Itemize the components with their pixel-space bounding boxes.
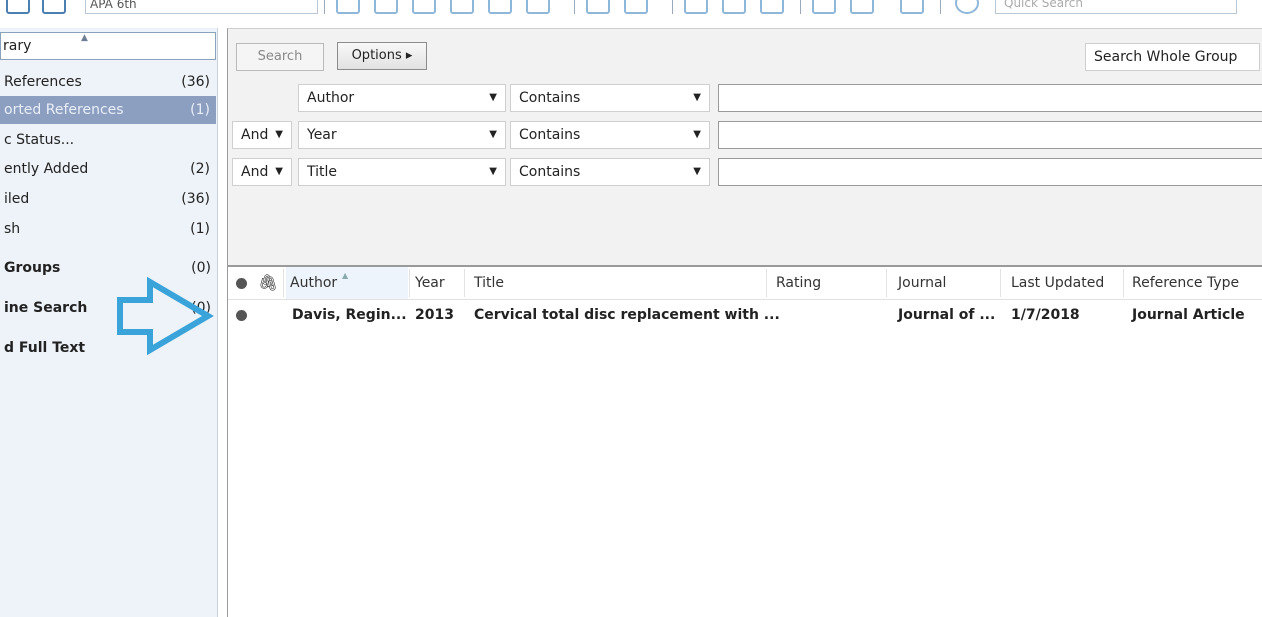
sidebar-group-count: (0) bbox=[191, 260, 211, 276]
paperclip-icon[interactable]: 🖇 bbox=[258, 267, 278, 299]
insert-citation-icon[interactable] bbox=[586, 0, 610, 14]
search-operator-value: Contains bbox=[519, 127, 581, 143]
column-header-journal[interactable]: Journal bbox=[898, 267, 946, 299]
sidebar-item-count: (2) bbox=[190, 161, 210, 177]
search-value-input[interactable] bbox=[718, 84, 1262, 112]
search-operator-value: Contains bbox=[519, 90, 581, 106]
share-person-icon[interactable] bbox=[900, 0, 924, 14]
new-reference-icon[interactable] bbox=[336, 0, 360, 14]
format-bibliography-icon[interactable] bbox=[624, 0, 648, 14]
search-panel: Search Options ▸ Search Whole Group Auth… bbox=[227, 28, 1262, 265]
sidebar-item-label: References bbox=[4, 74, 82, 90]
sidebar-item-count: (1) bbox=[190, 102, 210, 118]
copy-formatted-icon[interactable] bbox=[684, 0, 708, 14]
dropdown-arrow-icon: ▼ bbox=[489, 166, 497, 177]
column-header-reference-type[interactable]: Reference Type bbox=[1132, 267, 1239, 299]
send-icon[interactable] bbox=[850, 0, 874, 14]
dropdown-arrow-icon: ▼ bbox=[693, 129, 701, 140]
search-bool-value: And bbox=[241, 127, 269, 143]
sidebar-item-trash[interactable]: sh (1) bbox=[0, 215, 216, 243]
search-value-input[interactable] bbox=[718, 158, 1262, 186]
cell-journal: Journal of ... bbox=[898, 307, 996, 323]
open-file-icon[interactable] bbox=[488, 0, 512, 14]
sync-icon[interactable] bbox=[812, 0, 836, 14]
sidebar-item-all-references[interactable]: References (36) bbox=[0, 68, 216, 96]
edit-reference-icon[interactable] bbox=[722, 0, 746, 14]
share-icon[interactable] bbox=[760, 0, 784, 14]
search-operator-select[interactable]: Contains ▼ bbox=[510, 158, 710, 186]
sidebar-item-imported-references[interactable]: orted References (1) bbox=[0, 96, 216, 124]
search-value-input[interactable] bbox=[718, 121, 1262, 149]
online-mode-icon[interactable] bbox=[6, 0, 30, 14]
search-bool-select[interactable]: And ▼ bbox=[232, 158, 292, 186]
sidebar-item-count: (36) bbox=[181, 191, 210, 207]
cell-last-updated: 1/7/2018 bbox=[1011, 307, 1080, 323]
insert-reference-icon[interactable] bbox=[374, 0, 398, 14]
search-field-value: Title bbox=[307, 164, 338, 180]
sidebar-item-count: (1) bbox=[190, 221, 210, 237]
library-header-label: rary bbox=[3, 38, 32, 54]
search-operator-select[interactable]: Contains ▼ bbox=[510, 84, 710, 112]
sidebar-item-label: c Status... bbox=[4, 132, 75, 148]
sidebar-item-count: (36) bbox=[181, 74, 210, 90]
sidebar-group-find-full-text[interactable]: d Full Text bbox=[4, 340, 85, 356]
dropdown-arrow-icon: ▼ bbox=[489, 129, 497, 140]
dropdown-arrow-icon: ▼ bbox=[275, 129, 283, 140]
sort-ascending-icon: ▲ bbox=[81, 33, 88, 43]
cell-title: Cervical total disc replacement with ... bbox=[474, 307, 780, 323]
cell-year: 2013 bbox=[415, 307, 454, 323]
cell-author: Davis, Regin... bbox=[292, 307, 407, 323]
library-sidebar: rary ▲ References (36) orted References … bbox=[0, 28, 218, 617]
toolbar: APA 6th Quick Search bbox=[0, 0, 1262, 26]
read-status-dot-icon[interactable] bbox=[236, 310, 247, 321]
sidebar-item-label: ently Added bbox=[4, 161, 89, 177]
search-operator-value: Contains bbox=[519, 164, 581, 180]
sidebar-group-online-search[interactable]: ine Search bbox=[4, 300, 87, 316]
dropdown-arrow-icon: ▼ bbox=[693, 166, 701, 177]
library-header[interactable]: rary ▲ bbox=[0, 32, 216, 60]
find-full-text-icon[interactable] bbox=[412, 0, 436, 14]
integrated-library-icon[interactable] bbox=[42, 0, 66, 14]
search-bool-select[interactable]: And ▼ bbox=[232, 121, 292, 149]
search-bool-value: And bbox=[241, 164, 269, 180]
cell-reference-type: Journal Article bbox=[1132, 307, 1245, 323]
search-field-value: Author bbox=[307, 90, 355, 106]
open-link-icon[interactable] bbox=[450, 0, 474, 14]
column-header-rating[interactable]: Rating bbox=[776, 267, 821, 299]
search-scope-select[interactable]: Search Whole Group bbox=[1085, 43, 1260, 71]
quick-search-input[interactable]: Quick Search bbox=[995, 0, 1237, 14]
search-field-select[interactable]: Year ▼ bbox=[298, 121, 506, 149]
dropdown-arrow-icon: ▼ bbox=[693, 92, 701, 103]
search-field-select[interactable]: Author ▼ bbox=[298, 84, 506, 112]
sidebar-item-label: iled bbox=[4, 191, 30, 207]
column-header-last-updated[interactable]: Last Updated bbox=[1011, 267, 1104, 299]
style-selector[interactable]: APA 6th bbox=[85, 0, 318, 14]
sort-ascending-icon: ▲ bbox=[342, 271, 349, 280]
read-status-dot-icon[interactable] bbox=[236, 278, 247, 289]
sidebar-group-my-groups[interactable]: Groups bbox=[4, 260, 60, 276]
options-button[interactable]: Options ▸ bbox=[337, 42, 427, 70]
sidebar-group-count: (0) bbox=[191, 300, 211, 316]
search-button[interactable]: Search bbox=[236, 43, 324, 71]
sidebar-item-recently-added[interactable]: ently Added (2) bbox=[0, 155, 216, 183]
column-header-year[interactable]: Year bbox=[415, 267, 445, 299]
column-header-label: Author bbox=[290, 275, 338, 291]
sidebar-item-sync-status[interactable]: c Status... bbox=[0, 126, 216, 154]
sidebar-item-label: sh bbox=[4, 221, 21, 237]
column-header-title[interactable]: Title bbox=[474, 267, 504, 299]
reference-list: 🖇 Author ▲ Year Title Rating Journal Las… bbox=[227, 265, 1262, 617]
search-field-select[interactable]: Title ▼ bbox=[298, 158, 506, 186]
online-search-icon[interactable] bbox=[526, 0, 550, 14]
help-icon[interactable] bbox=[955, 0, 979, 14]
sidebar-item-label: orted References bbox=[4, 102, 124, 118]
search-operator-select[interactable]: Contains ▼ bbox=[510, 121, 710, 149]
dropdown-arrow-icon: ▼ bbox=[275, 166, 283, 177]
sidebar-item-unfiled[interactable]: iled (36) bbox=[0, 185, 216, 213]
search-field-value: Year bbox=[307, 127, 337, 143]
dropdown-arrow-icon: ▼ bbox=[489, 92, 497, 103]
